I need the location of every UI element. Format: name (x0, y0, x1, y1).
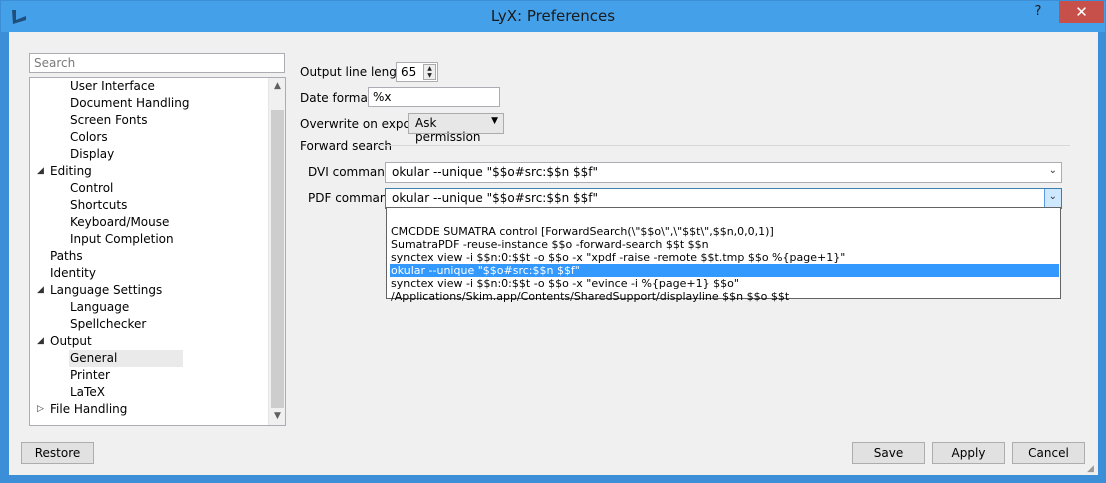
expand-arrow-icon[interactable]: ▷ (37, 401, 44, 418)
tree-item[interactable]: Shortcuts (70, 197, 127, 214)
tree-item[interactable]: Keyboard/Mouse (70, 214, 169, 231)
overwrite-select[interactable]: Ask permission ▼ (408, 113, 504, 144)
preferences-window: LyX: Preferences ? ✕ Search User Interfa… (0, 0, 1106, 483)
dropdown-option[interactable] (390, 212, 1059, 225)
tree-item-label: Screen Fonts (70, 113, 148, 127)
tree-item-label: Keyboard/Mouse (70, 215, 170, 229)
tree-item-label: Shortcuts (70, 198, 128, 212)
dialog-body: Search User Interface Document Handling Sc… (9, 32, 1098, 475)
tree-item[interactable]: Input Completion (70, 231, 174, 248)
date-format-label: Date format: (300, 91, 377, 105)
apply-button[interactable]: Apply (932, 442, 1005, 464)
close-button[interactable]: ✕ (1059, 1, 1104, 23)
tree-item[interactable]: Paths (50, 248, 83, 265)
save-button[interactable]: Save (852, 442, 925, 464)
scroll-down-icon[interactable]: ▼ (269, 408, 285, 425)
tree-item-label: Input Completion (70, 232, 174, 246)
tree-item-label: Language (70, 300, 130, 314)
dropdown-option[interactable]: SumatraPDF -reuse-instance $$o -forward-… (390, 238, 1059, 251)
tree-item[interactable]: LaTeX (70, 384, 105, 401)
tree-item[interactable]: Document Handling (70, 95, 189, 112)
spin-down-icon[interactable]: ▼ (424, 72, 435, 79)
collapse-arrow-icon[interactable]: ◢ (37, 333, 44, 350)
window-title: LyX: Preferences (490, 7, 616, 25)
tree-item-label: Printer (70, 368, 110, 382)
restore-button[interactable]: Restore (21, 442, 94, 464)
pdf-command-dropdown: CMCDDE SUMATRA control [ForwardSearch(\"… (386, 207, 1061, 303)
tree-item-label: File Handling (50, 402, 128, 416)
forward-search-label: Forward search (300, 139, 392, 153)
group-divider (376, 145, 1070, 146)
tree-item[interactable]: Language (70, 299, 129, 316)
overwrite-label: Overwrite on export: (300, 117, 425, 131)
dvi-command-label: DVI command: (308, 165, 397, 179)
collapse-arrow-icon[interactable]: ◢ (37, 163, 44, 180)
tree-item-label: Spellchecker (70, 317, 147, 331)
tree-item-label: User Interface (70, 79, 155, 93)
tree-item-label: Colors (70, 130, 108, 144)
tree-item-label: General (70, 351, 118, 365)
tree-item[interactable]: ◢ Editing (37, 163, 92, 180)
tree-item[interactable]: Screen Fonts (70, 112, 147, 129)
tree-item[interactable]: Printer (70, 367, 110, 384)
tree-item[interactable]: General (69, 350, 183, 367)
date-format-input[interactable]: %x (368, 87, 500, 107)
tree-item[interactable]: Identity (50, 265, 96, 282)
tree-item[interactable]: User Interface (70, 78, 155, 95)
scroll-thumb[interactable] (271, 110, 284, 408)
help-button[interactable]: ? (1025, 1, 1051, 23)
line-length-value: 65 (401, 65, 417, 79)
dropdown-option[interactable]: CMCDDE SUMATRA control [ForwardSearch(\"… (390, 225, 1059, 238)
tree-item[interactable]: Display (70, 146, 114, 163)
scroll-up-icon[interactable]: ▲ (269, 78, 285, 95)
title-bar: LyX: Preferences ? ✕ (1, 1, 1105, 32)
tree-item[interactable]: Control (70, 180, 113, 197)
spin-up-icon[interactable]: ▲ (424, 65, 435, 72)
tree-item-label: Control (70, 181, 114, 195)
pdf-command-combo[interactable]: okular --unique "$$o#src:$$n $$f" ⌄ (385, 188, 1062, 209)
dropdown-option[interactable]: okular --unique "$$o#src:$$n $$f" (390, 264, 1059, 277)
tree-item[interactable]: ◢ Output (37, 333, 92, 350)
cancel-button[interactable]: Cancel (1012, 442, 1085, 464)
search-input[interactable]: Search (29, 53, 285, 73)
dropdown-option[interactable]: synctex view -i $$n:0:$$t -o $$o -x "evi… (390, 277, 1059, 290)
overwrite-value: Ask permission (415, 116, 481, 144)
tree-item-label: LaTeX (70, 385, 105, 399)
dropdown-option[interactable]: /Applications/Skim.app/Contents/SharedSu… (390, 290, 1059, 303)
dvi-command-combo[interactable]: okular --unique "$$o#src:$$n $$f" ⌄ (385, 162, 1062, 183)
tree-item-label: Display (70, 147, 115, 161)
chevron-down-icon: ⌄ (1048, 191, 1057, 202)
category-tree: User Interface Document Handling Screen Fo… (29, 77, 286, 426)
tree-item-label: Editing (50, 164, 92, 178)
dropdown-option[interactable]: synctex view -i $$n:0:$$t -o $$o -x "xpd… (390, 251, 1059, 264)
tree-item-label: Identity (50, 266, 96, 280)
chevron-down-icon: ⌄ (1048, 165, 1057, 176)
tree-item-label: Output (50, 334, 92, 348)
tree-item-label: Paths (50, 249, 83, 263)
tree-item[interactable]: ▷ File Handling (37, 401, 128, 418)
collapse-arrow-icon[interactable]: ◢ (37, 282, 44, 299)
tree-item[interactable]: Colors (70, 129, 108, 146)
tree-item-label: Document Handling (70, 96, 190, 110)
chevron-down-icon: ▼ (491, 116, 498, 126)
resize-grip-icon[interactable]: ◢ (1087, 464, 1097, 474)
tree-item-label: Language Settings (50, 283, 163, 297)
tree-item[interactable]: ◢ Language Settings (37, 282, 163, 299)
pdf-command-value: okular --unique "$$o#src:$$n $$f" (392, 191, 599, 205)
tree-scrollbar[interactable]: ▲ ▼ (268, 78, 285, 425)
line-length-spinbox[interactable]: 65 ▲ ▼ (396, 62, 438, 82)
dvi-command-value: okular --unique "$$o#src:$$n $$f" (392, 165, 599, 179)
tree-item[interactable]: Spellchecker (70, 316, 146, 333)
